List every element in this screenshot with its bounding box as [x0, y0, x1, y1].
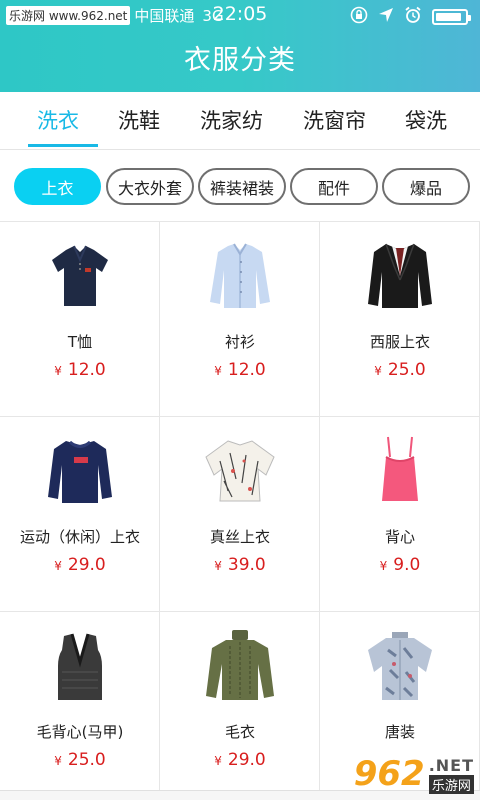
currency-symbol: ¥ [214, 364, 222, 378]
location-arrow-icon [378, 7, 394, 27]
polo-shirt-icon [40, 236, 120, 316]
active-tab-indicator [28, 144, 98, 147]
product-name: 真丝上衣 [209, 528, 270, 546]
chip-hot-items[interactable]: 爆品 [382, 168, 470, 205]
chip-coats[interactable]: 大衣外套 [106, 168, 194, 205]
lock-rotation-icon [350, 6, 368, 28]
product-name: 衬衫 [224, 333, 255, 351]
chip-accessories[interactable]: 配件 [290, 168, 378, 205]
subcategory-chips: 上衣 大衣外套 裤装裙装 配件 爆品 [0, 150, 480, 222]
currency-symbol: ¥ [54, 559, 62, 573]
app-header: 乐游网 www.962.net 中国联通 3G 22:05 衣服分类 [0, 0, 480, 92]
product-card[interactable]: 运动（休闲）上衣 ¥29.0 [0, 417, 160, 612]
product-name: 背心 [384, 528, 415, 546]
camisole-icon [360, 431, 440, 511]
suit-jacket-icon [360, 236, 440, 316]
product-name: T恤 [67, 333, 93, 351]
currency-symbol: ¥ [379, 559, 388, 573]
product-price: ¥29.0 [160, 750, 320, 770]
product-name: 西服上衣 [369, 333, 430, 351]
product-grid: T恤 ¥12.0 衬衫 ¥12.0 西服上衣 ¥25.0 运动（休闲）上衣 ¥2… [0, 222, 480, 800]
tab-wash-clothes[interactable]: 洗衣 [37, 105, 79, 135]
product-price: ¥9.0 [320, 555, 480, 575]
product-name: 毛衣 [224, 723, 255, 741]
product-card[interactable]: 背心 ¥9.0 [320, 417, 480, 612]
chip-tops[interactable]: 上衣 [14, 168, 101, 205]
battery-icon [432, 9, 471, 25]
product-name: 毛背心(马甲) [36, 723, 124, 741]
product-card[interactable]: 真丝上衣 ¥39.0 [160, 417, 320, 612]
watermark-number: 962 [353, 754, 425, 794]
product-price: ¥25.0 [320, 360, 480, 380]
product-name: 运动（休闲）上衣 [19, 528, 140, 546]
product-price: ¥29.0 [0, 555, 160, 575]
product-card[interactable]: 毛背心(马甲) ¥25.0 [0, 612, 160, 800]
product-card[interactable]: T恤 ¥12.0 [0, 222, 160, 417]
silk-blouse-icon [200, 431, 280, 511]
currency-symbol: ¥ [374, 364, 382, 378]
currency-symbol: ¥ [214, 754, 222, 768]
chip-pants-skirts[interactable]: 裤装裙装 [198, 168, 286, 205]
app-screen: 乐游网 www.962.net 中国联通 3G 22:05 衣服分类 洗衣 洗鞋… [0, 0, 480, 800]
tab-wash-shoes[interactable]: 洗鞋 [118, 105, 160, 135]
page-title: 衣服分类 [184, 45, 296, 76]
watermark-side: .NET 乐游网 [429, 756, 474, 794]
currency-symbol: ¥ [214, 559, 222, 573]
product-name: 唐装 [384, 723, 415, 741]
price-value: 25.0 [67, 750, 106, 770]
price-value: 25.0 [387, 360, 426, 380]
watermark-name: 乐游网 [428, 775, 474, 794]
bottom-watermark: 962 .NET 乐游网 [354, 754, 474, 794]
product-price: ¥12.0 [0, 360, 160, 380]
tab-bag-wash[interactable]: 袋洗 [405, 105, 447, 135]
alarm-icon [404, 6, 422, 28]
sweatshirt-icon [40, 431, 120, 511]
status-right [350, 6, 471, 28]
tab-wash-home-textiles[interactable]: 洗家纺 [200, 105, 263, 135]
product-card[interactable]: 衬衫 ¥12.0 [160, 222, 320, 417]
product-card[interactable]: 西服上衣 ¥25.0 [320, 222, 480, 417]
currency-symbol: ¥ [54, 754, 62, 768]
tang-shirt-icon [360, 626, 440, 706]
price-value: 12.0 [67, 360, 106, 380]
product-price: ¥12.0 [160, 360, 320, 380]
price-value: 12.0 [227, 360, 266, 380]
currency-symbol: ¥ [54, 364, 62, 378]
product-card[interactable]: 毛衣 ¥29.0 [160, 612, 320, 800]
sweater-vest-icon [40, 626, 120, 706]
category-tabs: 洗衣 洗鞋 洗家纺 洗窗帘 袋洗 [0, 92, 480, 150]
price-value: 29.0 [67, 555, 106, 575]
product-price: ¥25.0 [0, 750, 160, 770]
price-value: 39.0 [227, 555, 266, 575]
price-value: 9.0 [393, 555, 421, 575]
product-price: ¥39.0 [160, 555, 320, 575]
status-bar: 乐游网 www.962.net 中国联通 3G 22:05 [0, 0, 480, 32]
watermark-suffix: .NET [428, 756, 474, 775]
dress-shirt-icon [200, 236, 280, 316]
tab-wash-curtains[interactable]: 洗窗帘 [303, 105, 366, 135]
price-value: 29.0 [227, 750, 266, 770]
knit-sweater-icon [200, 626, 280, 706]
